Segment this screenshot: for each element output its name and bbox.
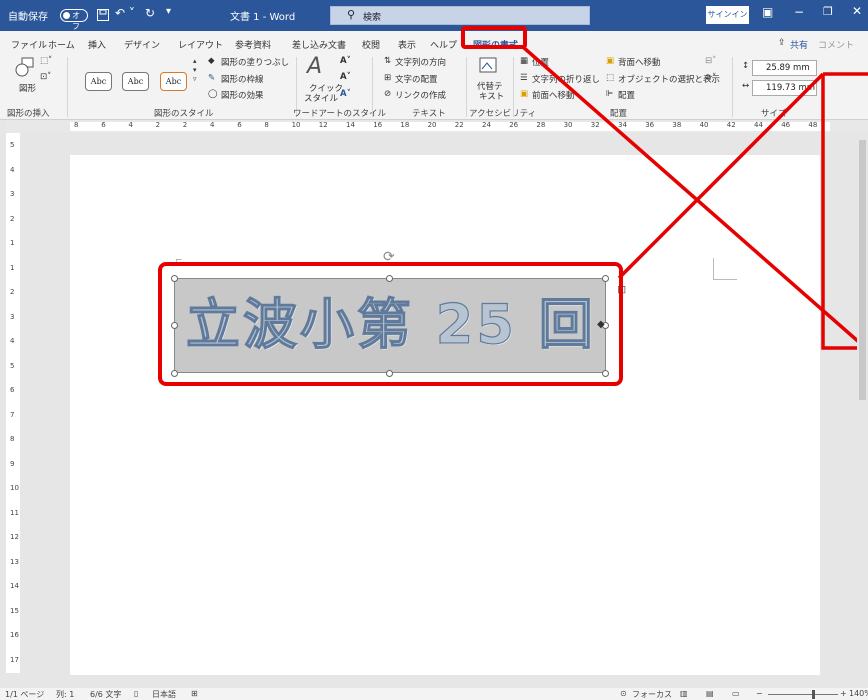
accessibility-icon[interactable]: ⊞ xyxy=(191,689,198,698)
column-position: 列: 1 xyxy=(56,690,75,699)
language[interactable]: 日本語 xyxy=(152,689,176,700)
zoom-slider-thumb[interactable] xyxy=(812,690,815,699)
annotation-lines xyxy=(521,45,868,352)
scrollbar-thumb[interactable] xyxy=(859,140,866,400)
zoom-level[interactable]: 140% xyxy=(849,689,868,698)
read-mode-icon[interactable]: ▥ xyxy=(680,689,688,698)
status-bar: 1/1 ページ 列: 1 6/6 文字 ▯ 日本語 ⊞ ⊙ フォーカス ▥ ▤ … xyxy=(0,688,868,700)
zoom-in-icon[interactable]: + xyxy=(840,689,847,698)
focus-button[interactable]: フォーカス xyxy=(632,689,672,700)
web-layout-icon[interactable]: ▭ xyxy=(732,689,740,698)
focus-icon[interactable]: ⊙ xyxy=(620,689,627,698)
zoom-out-icon[interactable]: − xyxy=(756,689,763,698)
zoom-slider[interactable] xyxy=(768,694,838,695)
proofing-icon[interactable]: ▯ xyxy=(134,689,138,698)
print-layout-icon[interactable]: ▤ xyxy=(706,689,714,698)
page-count[interactable]: 1/1 ページ xyxy=(5,689,44,700)
char-count[interactable]: 6/6 文字 xyxy=(90,689,121,700)
